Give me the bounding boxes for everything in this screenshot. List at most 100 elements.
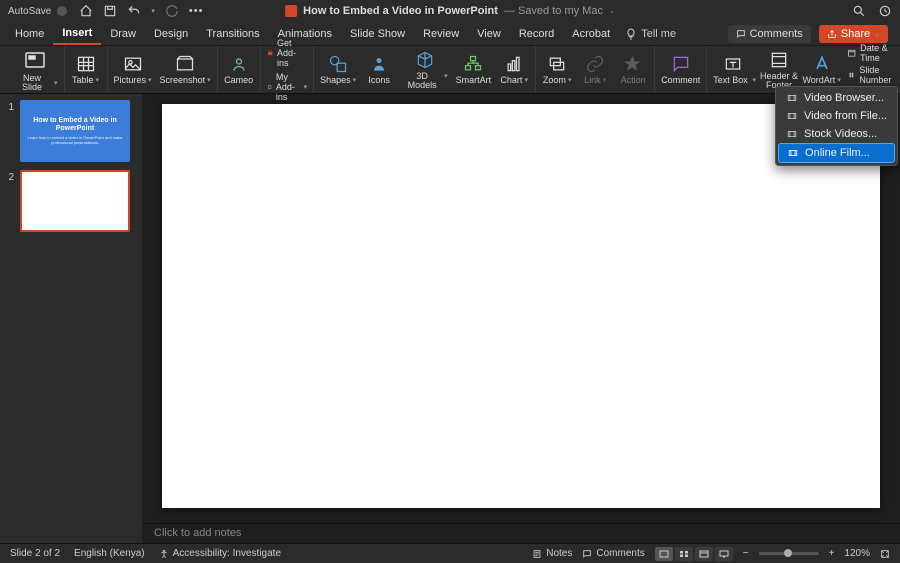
- zoom-level[interactable]: 120%: [844, 548, 870, 559]
- slideshow-view-button[interactable]: [715, 547, 733, 561]
- chart-button[interactable]: Chart▾: [499, 54, 529, 85]
- shapes-button[interactable]: Shapes▾: [320, 54, 356, 85]
- home-icon[interactable]: [79, 4, 93, 18]
- slide-thumb-2[interactable]: [20, 170, 130, 232]
- icons-button[interactable]: Icons: [364, 54, 394, 85]
- zoom-button[interactable]: Zoom▾: [542, 54, 572, 85]
- history-icon[interactable]: [878, 4, 892, 18]
- screenshot-icon: [175, 54, 195, 74]
- thumb-number: 2: [6, 170, 14, 232]
- tab-view[interactable]: View: [468, 24, 510, 44]
- comment-icon: [671, 54, 691, 74]
- online-film-item[interactable]: Online Film...: [778, 143, 895, 163]
- sorter-view-button[interactable]: [675, 547, 693, 561]
- share-label: Share: [841, 28, 870, 40]
- stock-videos-item[interactable]: Stock Videos...: [778, 125, 895, 143]
- textbox-icon: [723, 54, 743, 74]
- fit-to-window-icon[interactable]: [880, 549, 890, 559]
- header-footer-icon: [769, 50, 789, 70]
- thumb1-title: How to Embed a Video in PowerPoint: [24, 117, 126, 132]
- comment-bubble-icon: [582, 549, 592, 559]
- zoom-icon: [547, 54, 567, 74]
- save-icon[interactable]: [103, 4, 117, 18]
- wordart-button[interactable]: WordArt▾: [805, 54, 839, 85]
- video-browser-item[interactable]: Video Browser...: [778, 89, 895, 107]
- titlebar-right: [852, 4, 892, 18]
- get-addins-button[interactable]: Get Add-ins: [267, 38, 308, 68]
- save-status: — Saved to my Mac: [504, 5, 603, 17]
- title-bar: AutoSave ▾ ••• How to Embed a Video in P…: [0, 0, 900, 22]
- more-icon[interactable]: •••: [189, 5, 204, 17]
- action-button[interactable]: Action: [618, 54, 648, 85]
- document-title[interactable]: How to Embed a Video in PowerPoint — Sav…: [285, 5, 615, 17]
- notes-toggle[interactable]: Notes: [532, 548, 572, 559]
- zoom-out-button[interactable]: −: [743, 548, 749, 559]
- textbox-button[interactable]: Text Box▾: [713, 54, 753, 85]
- slide-canvas[interactable]: [162, 104, 880, 508]
- share-dropdown[interactable]: ⌄: [874, 30, 880, 38]
- cameo-button[interactable]: Cameo: [224, 54, 254, 85]
- share-icon: [827, 29, 837, 39]
- calendar-icon: [847, 48, 857, 58]
- main-area: 1 How to Embed a Video in PowerPoint Lea…: [0, 94, 900, 543]
- 3d-models-button[interactable]: 3D Models▾: [402, 50, 448, 90]
- share-button[interactable]: Share ⌄: [819, 25, 888, 43]
- language-indicator[interactable]: English (Kenya): [74, 548, 145, 559]
- tell-me[interactable]: Tell me: [625, 28, 676, 40]
- new-slide-button[interactable]: New Slide▾: [12, 48, 58, 92]
- tab-draw[interactable]: Draw: [101, 24, 145, 44]
- undo-icon[interactable]: [127, 4, 141, 18]
- comments-button[interactable]: Comments: [728, 25, 811, 43]
- slide-indicator[interactable]: Slide 2 of 2: [10, 548, 60, 559]
- bulb-icon: [625, 28, 637, 40]
- header-footer-button[interactable]: Header & Footer: [761, 50, 796, 90]
- tab-slideshow[interactable]: Slide Show: [341, 24, 414, 44]
- tellme-label: Tell me: [641, 28, 676, 40]
- tab-review[interactable]: Review: [414, 24, 468, 44]
- hash-icon: [847, 70, 856, 80]
- search-icon[interactable]: [852, 4, 866, 18]
- powerpoint-icon: [285, 5, 297, 17]
- ribbon-tabs: Home Insert Draw Design Transitions Anim…: [0, 22, 900, 46]
- zoom-slider[interactable]: [759, 552, 819, 555]
- new-slide-icon: [23, 48, 47, 72]
- film-icon: [786, 129, 798, 139]
- link-button[interactable]: Link▾: [580, 54, 610, 85]
- tab-transitions[interactable]: Transitions: [197, 24, 268, 44]
- cameo-icon: [229, 54, 249, 74]
- accessibility-indicator[interactable]: Accessibility: Investigate: [159, 548, 281, 559]
- tab-insert[interactable]: Insert: [53, 23, 101, 45]
- normal-view-button[interactable]: [655, 547, 673, 561]
- smartart-button[interactable]: SmartArt: [456, 54, 492, 85]
- film-icon: [786, 111, 798, 121]
- screenshot-button[interactable]: Screenshot▾: [160, 54, 211, 85]
- pictures-button[interactable]: Pictures▾: [114, 54, 152, 85]
- quick-access: ▾ •••: [79, 4, 203, 18]
- my-addins-button[interactable]: My Add-ins▾: [267, 72, 308, 102]
- datetime-button[interactable]: Date & Time: [847, 43, 900, 63]
- tab-home[interactable]: Home: [6, 24, 53, 44]
- redo-icon[interactable]: [165, 4, 179, 18]
- film-icon: [786, 93, 798, 103]
- reading-view-button[interactable]: [695, 547, 713, 561]
- tab-record[interactable]: Record: [510, 24, 563, 44]
- video-from-file-item[interactable]: Video from File...: [778, 107, 895, 125]
- autosave-switch-off[interactable]: [57, 6, 67, 16]
- zoom-in-button[interactable]: +: [829, 548, 835, 559]
- autosave-toggle[interactable]: AutoSave: [8, 6, 67, 17]
- tab-design[interactable]: Design: [145, 24, 197, 44]
- undo-dropdown[interactable]: ▾: [151, 7, 155, 15]
- comment-button[interactable]: Comment: [661, 54, 700, 85]
- slide-thumb-1[interactable]: How to Embed a Video in PowerPoint Learn…: [20, 100, 130, 162]
- accessibility-icon: [159, 549, 169, 559]
- comments-toggle[interactable]: Comments: [582, 548, 644, 559]
- slidenumber-button[interactable]: Slide Number: [847, 65, 900, 85]
- zoom-thumb[interactable]: [784, 549, 792, 557]
- cube-icon: [415, 50, 435, 70]
- doc-name: How to Embed a Video in PowerPoint: [303, 5, 498, 17]
- table-button[interactable]: Table▾: [71, 54, 101, 85]
- tab-acrobat[interactable]: Acrobat: [563, 24, 619, 44]
- notes-placeholder[interactable]: Click to add notes: [142, 523, 900, 543]
- title-dropdown[interactable]: ⌄: [609, 7, 615, 15]
- puzzle-icon: [267, 82, 272, 92]
